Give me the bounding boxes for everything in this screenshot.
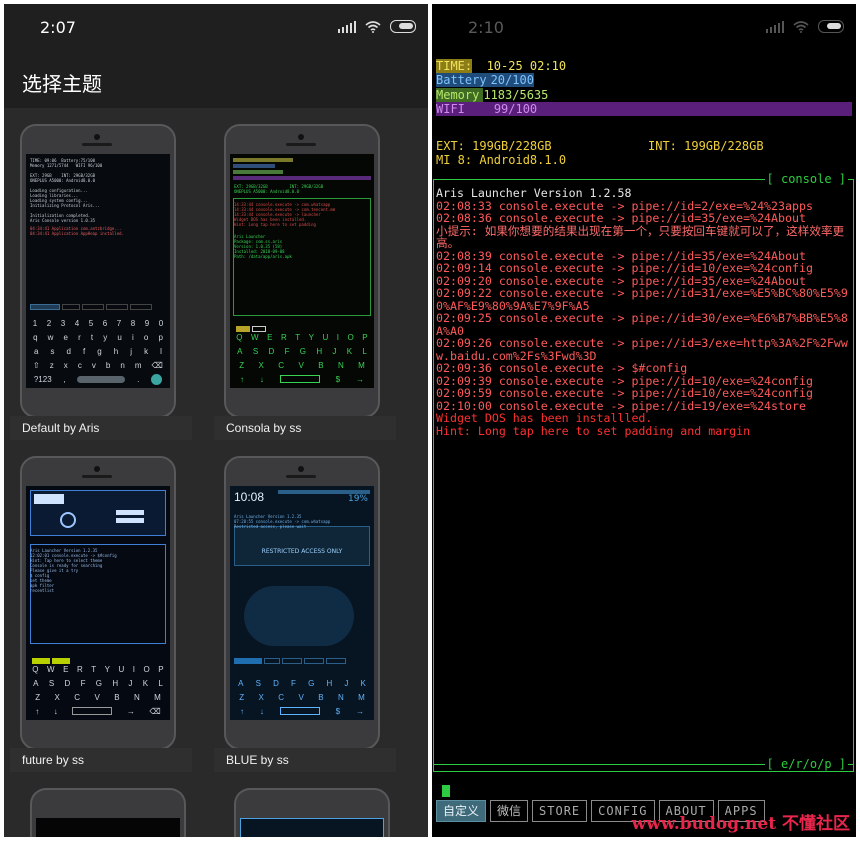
log-line: 小提示: 如果你想要的结果出现在第一个，只要按回车键就可以了，这样效率更高。 [436,223,845,250]
page-title: 选择主题 [22,72,102,96]
keyboard-preview: QWERTYUIOP ASDFGHJKL ZXCVBNM ↑ ↓ → ⌫ [32,664,164,716]
log-line: 02:09:59 console.execute -> pipe://id=10… [436,386,813,400]
battery-row: Battery 20/100 [436,73,534,87]
input-cursor[interactable] [442,785,450,797]
erop-tag[interactable]: [ e/r/o/p ] [764,757,848,771]
store-button[interactable]: STORE [532,800,588,822]
keyboard-preview: 1234567890 qwertyuiop asdfghjkl ⇧ z x c v b n m… [32,318,164,385]
log-line: Aris Launcher Version 1.2.58 [436,186,632,200]
log-line: 02:09:14 console.execute -> pipe://id=10… [436,261,813,275]
custom-button[interactable]: 自定义 [436,800,487,822]
status-time: 2:07 [40,18,76,37]
theme-picker-screen: 2:07 选择主题 TIME: 09:06 Battery:75/100 Mem… [4,4,428,837]
theme-card-blue[interactable]: 10:08 19% Aris Launcher Version 1.2.35 0… [214,456,396,772]
theme-card-default[interactable]: TIME: 09:06 Battery:75/100 Memory 1271/5… [10,124,192,440]
theme-name: Consola by ss [214,416,396,440]
log-line: Widget DOS has been installled. [436,411,653,425]
signal-icon [338,20,356,33]
battery-icon [390,20,416,33]
ext-storage: EXT: 199GB/228GB [436,139,552,153]
time-row: TIME: 10-25 02:10 [436,59,566,73]
console-log[interactable]: Aris Launcher Version 1.2.58 02:08:33 con… [436,187,852,437]
memory-label: Memory [436,88,484,102]
system-icons [766,20,844,33]
log-line: 02:09:26 console.execute -> pipe://id=3/… [436,336,848,363]
keyboard-preview: ASDFGHJK ZXCVBNM ↑ ↓ $ → [238,678,366,716]
theme-card-consola[interactable]: EXT: 29GB/32GB INT: 29GB/32GB ONEPLUS A5… [214,124,396,440]
battery-label: Battery [436,73,491,87]
console-tag: [ console ] [764,172,848,186]
theme-card-peek[interactable] [30,788,186,837]
battery-value: 20/100 [490,73,534,87]
theme-preview: Aris Launcher Version 1.2.35 12:02:01 co… [20,456,176,750]
log-line: 02:09:22 console.execute -> pipe://id=31… [436,286,848,313]
theme-card-peek[interactable] [234,788,390,837]
int-storage: INT: 199GB/228GB [648,139,764,153]
theme-preview: EXT: 29GB/32GB INT: 29GB/32GB ONEPLUS A5… [224,124,380,418]
log-line: 02:09:25 console.execute -> pipe://id=30… [436,311,848,338]
device-info: MI 8: Android8.1.0 [436,153,567,167]
wifi-value: 99/100 [493,102,538,116]
log-line: 02:09:36 console.execute -> $#config [436,361,688,375]
theme-preview: TIME: 09:06 Battery:75/100 Memory 1271/5… [20,124,176,418]
theme-name: future by ss [10,748,192,772]
watermark: www.budog.net 不懂社区 [631,814,850,834]
status-bar: 2:07 [4,4,428,52]
time-label: TIME: [436,59,473,73]
log-line: 02:08:36 console.execute -> pipe://id=35… [436,211,806,225]
wifi-icon [793,20,809,33]
battery-icon [818,20,844,33]
theme-name: Default by Aris [10,416,192,440]
theme-preview: 10:08 19% Aris Launcher Version 1.2.35 0… [224,456,380,750]
theme-name: BLUE by ss [214,748,396,772]
signal-icon [766,20,784,33]
wifi-icon [365,20,381,33]
time-value: 10-25 02:10 [486,59,567,73]
wifi-row: WIFI 99/100 [436,102,852,116]
wifi-label: WIFI [436,102,465,116]
status-time: 2:10 [468,18,504,37]
system-icons [338,20,416,33]
launcher-console-screen: 2:10 TIME: 10-25 02:10 Battery 20/100 Mem… [432,4,856,837]
memory-value: 1183/5635 [483,88,549,102]
memory-row: Memory 1183/5635 [436,88,548,102]
wechat-button[interactable]: 微信 [490,800,529,822]
theme-card-future[interactable]: Aris Launcher Version 1.2.35 12:02:01 co… [10,456,192,772]
log-line: Hint: Long tap here to set padding and m… [436,423,751,438]
keyboard-preview: QWERTYUIOP ASDFGHJKL ZXCVBNM ↑ ↓ $ → [236,332,368,384]
